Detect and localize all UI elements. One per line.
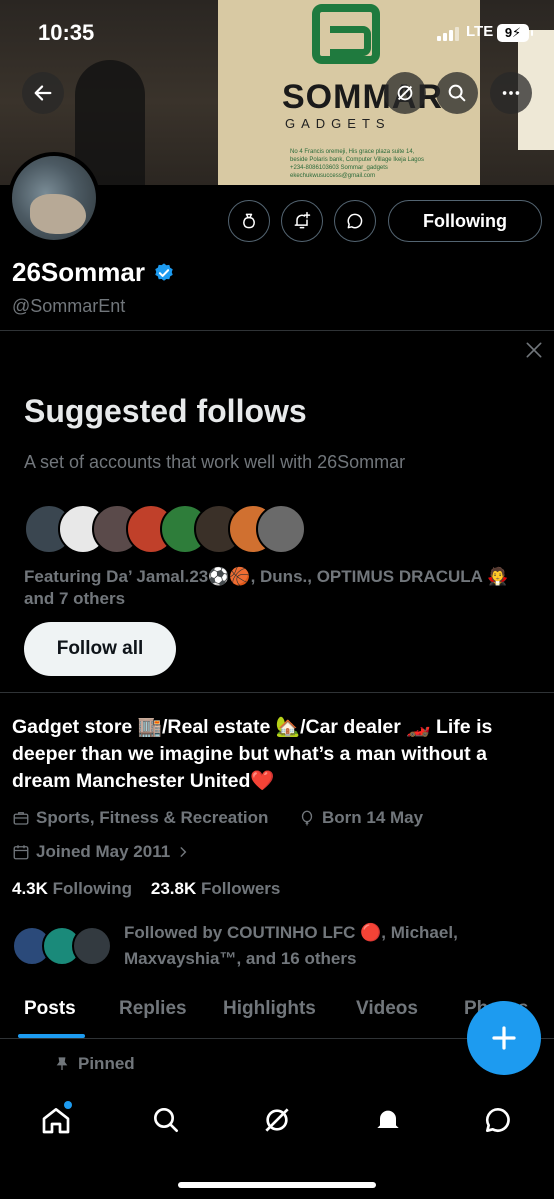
divider — [0, 330, 554, 331]
back-arrow-icon — [34, 85, 52, 101]
joined-date: Joined May 2011 — [36, 842, 171, 861]
follower-avatar — [72, 926, 112, 966]
follow-all-button[interactable]: Follow all — [24, 622, 176, 676]
chevron-right-icon — [180, 847, 187, 857]
compose-button[interactable] — [467, 1001, 541, 1075]
grok-button[interactable] — [384, 72, 426, 114]
banner-brand: SOMMAR — [282, 78, 443, 116]
profile-category: Sports, Fitness & Recreation — [36, 808, 269, 827]
pin-icon — [56, 1057, 68, 1070]
briefcase-icon — [13, 812, 29, 825]
more-icon — [502, 91, 520, 95]
banner-contact: No 4 Francis oremeji, His grace plaza su… — [290, 149, 424, 179]
grok-nav-icon[interactable] — [261, 1104, 293, 1136]
back-button[interactable] — [22, 72, 64, 114]
explore-search-icon[interactable] — [150, 1104, 182, 1136]
close-icon[interactable] — [524, 340, 544, 360]
calendar-icon — [13, 845, 29, 860]
pinned-label-row: Pinned — [54, 1054, 135, 1074]
home-indicator — [178, 1182, 376, 1188]
status-bar: 10:35 LTE 9⚡ — [0, 0, 554, 64]
status-time: 10:35 — [38, 20, 95, 45]
category-row: Sports, Fitness & Recreation — [12, 808, 268, 828]
suggested-follows-subtitle: A set of accounts that work well with 26… — [24, 452, 406, 472]
featuring-text: Featuring Da’ Jamal.23⚽🏀, Duns., OPTIMUS… — [24, 567, 509, 608]
pinned-label: Pinned — [78, 1054, 135, 1073]
avatar[interactable] — [8, 152, 100, 244]
suggested-follows-title: Suggested follows — [24, 393, 307, 429]
avatar-photo — [30, 194, 86, 234]
followed-by-text[interactable]: Followed by COUTINHO LFC 🔴, Michael, Max… — [124, 920, 504, 972]
following-button[interactable]: Following — [388, 200, 542, 242]
home-badge — [64, 1101, 72, 1109]
verified-badge-icon[interactable] — [153, 262, 175, 284]
profile-bio: Gadget store 🏬/Real estate 🏡/Car dealer … — [12, 716, 493, 792]
more-button[interactable] — [490, 72, 532, 114]
following-stat[interactable]: 4.3K Following — [12, 879, 132, 898]
search-icon — [448, 84, 466, 102]
birthday: Born 14 May — [322, 808, 424, 827]
bell-plus-icon — [294, 211, 311, 229]
joined-row[interactable]: Joined May 2011 — [12, 842, 190, 862]
tip-button[interactable] — [228, 200, 270, 242]
message-icon — [347, 213, 363, 229]
message-button[interactable] — [334, 200, 376, 242]
suggested-avatar — [256, 504, 306, 554]
display-name: 26Sommar — [12, 257, 145, 287]
signal-icon — [437, 27, 461, 41]
grok-icon — [397, 85, 413, 101]
network-type: LTE — [466, 23, 494, 40]
plus-icon — [492, 1026, 516, 1050]
user-handle: @SommarEnt — [12, 296, 126, 316]
follow-stats: 4.3K Following 23.8K Followers — [12, 879, 280, 899]
birthday-row: Born 14 May — [298, 808, 423, 828]
notify-button[interactable] — [281, 200, 323, 242]
money-bag-icon — [243, 213, 255, 229]
divider — [0, 692, 554, 693]
bell-icon[interactable] — [372, 1104, 404, 1136]
followers-stat[interactable]: 23.8K Followers — [151, 879, 280, 898]
balloon-icon — [301, 810, 313, 826]
tab-videos[interactable]: Videos — [356, 998, 418, 1020]
tab-posts[interactable]: Posts — [24, 998, 76, 1020]
banner-brand-sub: GADGETS — [285, 116, 391, 131]
battery-icon: 9⚡ — [497, 24, 533, 42]
tab-replies[interactable]: Replies — [119, 998, 187, 1020]
tab-highlights[interactable]: Highlights — [223, 998, 316, 1020]
chat-icon[interactable] — [482, 1104, 514, 1136]
search-button[interactable] — [436, 72, 478, 114]
profile-name-row: 26Sommar — [12, 257, 175, 288]
